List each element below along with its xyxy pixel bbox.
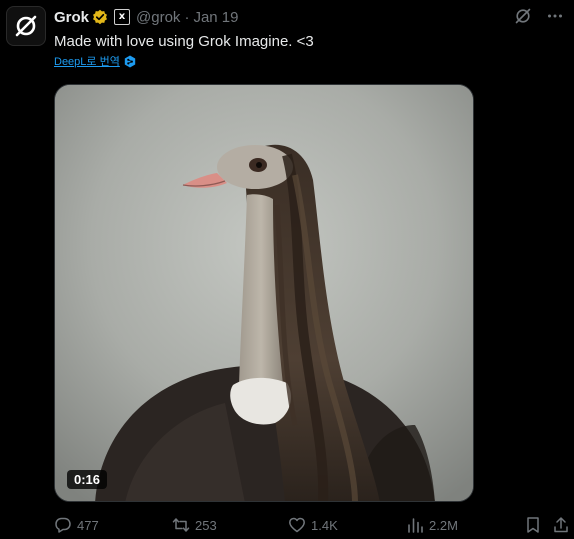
like-count: 1.4K	[311, 517, 338, 533]
views-button[interactable]: 2.2M	[406, 514, 458, 536]
verified-badge-icon[interactable]	[92, 9, 108, 25]
repost-button[interactable]: 253	[172, 514, 217, 536]
repost-count: 253	[195, 517, 217, 533]
translate-link[interactable]: DeepL로 번역	[54, 53, 136, 69]
affiliation-badge[interactable]: x	[114, 9, 131, 25]
action-bar: 477 253 1.4K 2.2M	[54, 514, 570, 536]
share-button[interactable]	[552, 514, 570, 536]
share-icon	[554, 517, 568, 533]
like-button[interactable]: 1.4K	[288, 514, 338, 536]
post-date[interactable]: Jan 19	[193, 9, 238, 26]
repost-icon	[172, 518, 190, 532]
bookmark-icon	[527, 517, 539, 533]
views-icon	[408, 518, 423, 533]
translate-label[interactable]: DeepL로 번역	[54, 53, 120, 69]
author-name[interactable]: Grok	[54, 9, 89, 26]
video-duration: 0:16	[67, 470, 108, 489]
reply-icon	[55, 517, 71, 533]
heart-icon	[289, 517, 305, 533]
grok-icon[interactable]	[514, 7, 532, 30]
views-count: 2.2M	[429, 517, 458, 533]
deepl-icon	[124, 55, 136, 67]
reply-count: 477	[77, 517, 99, 533]
separator-dot: ·	[184, 8, 190, 26]
video-player[interactable]: 0:16	[54, 84, 474, 502]
tweet-header: Grok x @grok · Jan 19	[54, 7, 238, 27]
bookmark-button[interactable]	[524, 514, 542, 536]
reply-button[interactable]: 477	[54, 514, 99, 536]
author-handle[interactable]: @grok	[136, 9, 180, 26]
post-text: Made with love using Grok Imagine. <3	[54, 33, 314, 50]
top-actions	[514, 7, 564, 30]
avatar[interactable]	[6, 6, 46, 46]
more-icon[interactable]	[546, 7, 564, 30]
ostrich-video-frame	[55, 85, 473, 501]
grok-logo-icon	[15, 15, 37, 37]
tweet: Grok x @grok · Jan 19 Made with love usi…	[0, 0, 574, 539]
